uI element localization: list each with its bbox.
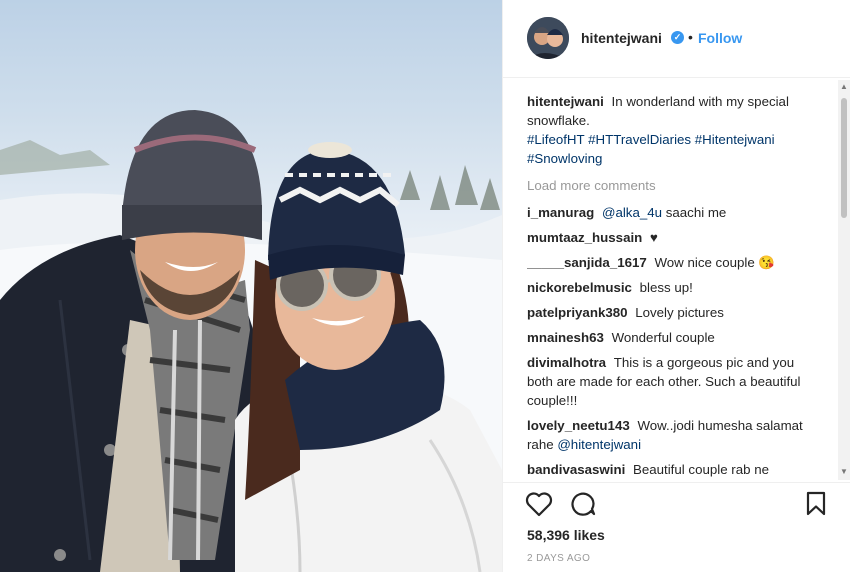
comment-mention[interactable]: @hitentejwani [557, 437, 641, 452]
comment-item: mnainesh63 Wonderful couple [527, 328, 819, 347]
post-timestamp: 2 DAYS AGO [527, 553, 591, 564]
comment-username[interactable]: nickorebelmusic [527, 280, 636, 295]
comment-item: nickorebelmusic bless up! [527, 278, 819, 297]
comments-scrollbar[interactable]: ▲ ▼ [838, 80, 850, 480]
comment-text: Wonderful couple [611, 330, 715, 345]
scroll-up-arrow-icon[interactable]: ▲ [840, 82, 848, 91]
post-photo[interactable] [0, 0, 502, 572]
comment-text: Lovely pictures [635, 305, 724, 320]
follow-button[interactable]: Follow [698, 30, 742, 46]
caption: hitentejwani In wonderland with my speci… [527, 92, 819, 168]
comment-username[interactable]: mnainesh63 [527, 330, 608, 345]
bookmark-icon[interactable] [805, 491, 827, 522]
comment-text: saachi me [662, 205, 727, 220]
comments-list[interactable]: hitentejwani In wonderland with my speci… [527, 92, 819, 480]
comment-username[interactable]: _____sanjida_1617 [527, 255, 650, 270]
comment-text: Wow nice couple 😘 [654, 255, 775, 270]
comment-item: lovely_neetu143 Wow..jodi humesha salama… [527, 416, 819, 454]
comment-item: bandivasaswini Beautiful couple rab ne [527, 460, 819, 479]
comment-text: bless up! [639, 280, 693, 295]
comment-username[interactable]: divimalhotra [527, 355, 610, 370]
comment-username[interactable]: bandivasaswini [527, 462, 629, 477]
hashtag[interactable]: #Snowloving [527, 151, 602, 166]
post-username[interactable]: hitentejwani [581, 30, 662, 46]
separator-dot: • [688, 29, 693, 45]
post-actions: 58,396 likes 2 DAYS AGO [503, 482, 850, 573]
scroll-thumb[interactable] [841, 98, 847, 218]
comment-item: _____sanjida_1617 Wow nice couple 😘 [527, 253, 819, 272]
comment-item: mumtaaz_hussain ♥ [527, 228, 819, 247]
post-header: hitentejwani ✓ • Follow [503, 0, 850, 78]
comment-username[interactable]: i_manurag [527, 205, 598, 220]
hashtag[interactable]: #HTTravelDiaries [588, 132, 691, 147]
comment-item: divimalhotra This is a gorgeous pic and … [527, 353, 819, 410]
comment-icon[interactable] [569, 491, 597, 522]
comment-item: patelpriyank380 Lovely pictures [527, 303, 819, 322]
scroll-down-arrow-icon[interactable]: ▼ [840, 467, 848, 476]
comment-text: Beautiful couple rab ne [632, 462, 770, 477]
load-more-comments-button[interactable]: Load more comments [527, 176, 819, 195]
comment-item: i_manurag @alka_4u saachi me [527, 203, 819, 222]
comment-mention[interactable]: @alka_4u [602, 205, 662, 220]
heart-icon[interactable] [525, 491, 553, 522]
hashtag[interactable]: #Hitentejwani [695, 132, 775, 147]
comment-text: ♥ [649, 230, 658, 245]
hashtag[interactable]: #LifeofHT [527, 132, 584, 147]
comment-username[interactable]: lovely_neetu143 [527, 418, 633, 433]
avatar[interactable] [527, 17, 569, 59]
likes-count[interactable]: 58,396 likes [527, 527, 605, 543]
verified-badge-icon: ✓ [671, 31, 684, 44]
comment-username[interactable]: patelpriyank380 [527, 305, 631, 320]
caption-username[interactable]: hitentejwani [527, 94, 608, 109]
post-panel: hitentejwani ✓ • Follow hitentejwani In … [502, 0, 850, 572]
comment-username[interactable]: mumtaaz_hussain [527, 230, 646, 245]
